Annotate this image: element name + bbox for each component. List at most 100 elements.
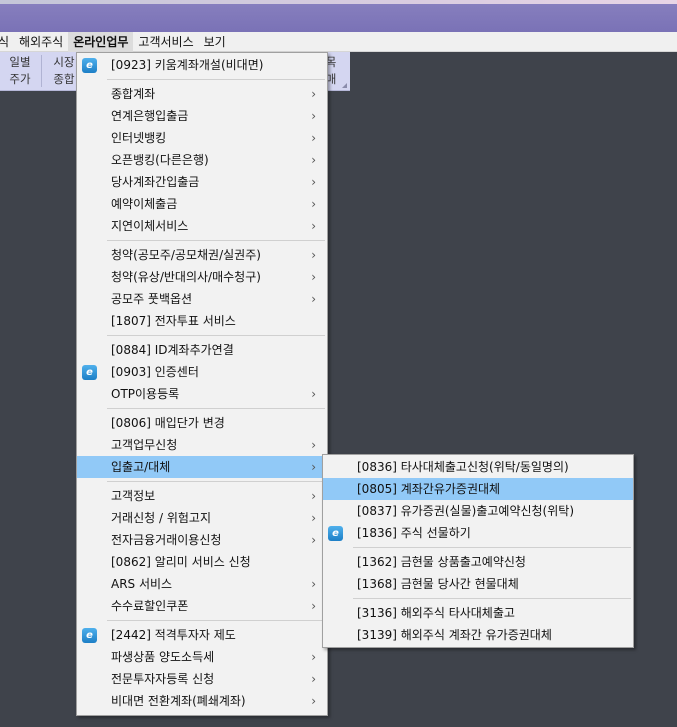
sub-menu-item[interactable]: [0805] 계좌간유가증권대체 [323, 478, 633, 500]
chevron-right-icon: › [311, 533, 316, 547]
main-menu-item[interactable]: ARS 서비스 › [77, 573, 327, 595]
main-menu-item[interactable]: e [0903] 인증센터 [77, 361, 327, 383]
main-menu-item[interactable]: 수수료할인쿠폰 › [77, 595, 327, 617]
main-menu-item-label: [0862] 알리미 서비스 신청 [111, 555, 251, 569]
chevron-right-icon: › [311, 219, 316, 233]
sub-menu-item-label: [0836] 타사대체출고신청(위탁/동일명의) [357, 460, 569, 474]
online-services-menu: e [0923] 키움계좌개설(비대면) 종합계좌 › 연계은행입출금 › 인터넷뱅킹 › 오픈… [76, 52, 328, 716]
menu-view[interactable]: 보기 [199, 32, 231, 52]
main-menu-item[interactable]: e [2442] 적격투자자 제도 [77, 624, 327, 646]
main-menu-item[interactable]: 입출고/대체 › [77, 456, 327, 478]
main-menu-item[interactable]: 인터넷뱅킹 › [77, 127, 327, 149]
main-menu-item-label: [0806] 매입단가 변경 [111, 416, 225, 430]
main-menu-item[interactable]: 지연이체서비스 › [77, 215, 327, 237]
chevron-right-icon: › [311, 694, 316, 708]
main-menu-item[interactable]: e [0923] 키움계좌개설(비대면) [77, 54, 327, 76]
chevron-right-icon: › [311, 489, 316, 503]
main-menu-item[interactable]: 청약(유상/반대의사/매수청구) › [77, 266, 327, 288]
main-menu-item[interactable]: 고객업무신청 › [77, 434, 327, 456]
sub-menu-item-label: [1368] 금현물 당사간 현물대체 [357, 577, 519, 591]
toolbar-button-label: 일별 [9, 55, 31, 69]
main-menu-item-label: 지연이체서비스 [111, 219, 189, 233]
main-menu-item[interactable]: 파생상품 양도소득세 › [77, 646, 327, 668]
menu-separator [77, 332, 327, 339]
chevron-right-icon: › [311, 175, 316, 189]
chevron-right-icon: › [311, 197, 316, 211]
main-menu-item[interactable]: 고객정보 › [77, 485, 327, 507]
menu-separator [77, 405, 327, 412]
main-menu-item-label: 거래신청 / 위험고지 [111, 511, 211, 525]
main-menu-item-label: [2442] 적격투자자 제도 [111, 628, 236, 642]
menu-separator [77, 76, 327, 83]
main-menu-item[interactable]: 예약이체출금 › [77, 193, 327, 215]
main-menu-item-label: 청약(공모주/공모채권/실권주) [111, 248, 261, 262]
main-menu-item[interactable]: 전자금융거래이용신청 › [77, 529, 327, 551]
sub-menu-item[interactable]: [1362] 금현물 상품출고예약신청 [323, 551, 633, 573]
main-menu-item-label: 오픈뱅킹(다른은행) [111, 153, 209, 167]
sub-menu-item[interactable]: [3139] 해외주식 계좌간 유가증권대체 [323, 624, 633, 646]
main-menu-item[interactable]: 오픈뱅킹(다른은행) › [77, 149, 327, 171]
sub-menu-item[interactable]: [1368] 금현물 당사간 현물대체 [323, 573, 633, 595]
main-menu-item[interactable]: OTP이용등록 › [77, 383, 327, 405]
ie-icon: e [82, 58, 97, 73]
main-menu-item-label: 고객업무신청 [111, 438, 178, 452]
main-menu-item[interactable]: 종합계좌 › [77, 83, 327, 105]
chevron-right-icon: › [311, 248, 316, 262]
main-menu-item-label: 연계은행입출금 [111, 109, 189, 123]
chevron-right-icon: › [311, 511, 316, 525]
menu-separator [77, 617, 327, 624]
main-menu-item-label: 전자금융거래이용신청 [111, 533, 222, 547]
main-menu-item[interactable]: [0862] 알리미 서비스 신청 [77, 551, 327, 573]
sub-menu-item[interactable]: [0837] 유가증권(실물)출고예약신청(위탁) [323, 500, 633, 522]
main-menu-item[interactable]: [0884] ID계좌추가연결 [77, 339, 327, 361]
chevron-right-icon: › [311, 650, 316, 664]
menu-separator [323, 544, 633, 551]
toolbar-daily-price-button[interactable]: 일별 주가 [0, 54, 40, 88]
main-menu-item[interactable]: [1807] 전자투표 서비스 [77, 310, 327, 332]
main-menu-item-label: [0923] 키움계좌개설(비대면) [111, 58, 264, 72]
menu-stocks-partial[interactable]: 식 [0, 32, 14, 52]
sub-menu-item-label: [3136] 해외주식 타사대체출고 [357, 606, 515, 620]
main-menu-item[interactable]: 비대면 전환계좌(폐쇄계좌) › [77, 690, 327, 712]
chevron-right-icon: › [311, 153, 316, 167]
main-menu-item[interactable]: 거래신청 / 위험고지 › [77, 507, 327, 529]
toolbar-button-label: 주가 [9, 72, 31, 86]
menu-overseas-stocks[interactable]: 해외주식 [14, 32, 68, 52]
chevron-right-icon: › [311, 672, 316, 686]
main-menu-item-label: ARS 서비스 [111, 577, 173, 591]
menu-online-services[interactable]: 온라인업무 [68, 31, 134, 52]
main-menu-item[interactable]: 청약(공모주/공모채권/실권주) › [77, 244, 327, 266]
sub-menu-item[interactable]: [0836] 타사대체출고신청(위탁/동일명의) [323, 456, 633, 478]
main-menu-item-label: 전문투자자등록 신청 [111, 672, 215, 686]
sub-menu-item[interactable]: e [1836] 주식 선물하기 [323, 522, 633, 544]
menu-bar: 식 해외주식 온라인업무 고객서비스 보기 [0, 31, 677, 52]
sub-menu-item-label: [1836] 주식 선물하기 [357, 526, 471, 540]
main-menu-item[interactable]: 전문투자자등록 신청 › [77, 668, 327, 690]
main-menu-item-label: 비대면 전환계좌(폐쇄계좌) [111, 694, 246, 708]
transfer-submenu: [0836] 타사대체출고신청(위탁/동일명의) [0805] 계좌간유가증권대체… [322, 454, 634, 648]
menu-customer-service[interactable]: 고객서비스 [133, 32, 198, 52]
main-menu-item[interactable]: [0806] 매입단가 변경 [77, 412, 327, 434]
main-menu-item[interactable]: 공모주 풋백옵션 › [77, 288, 327, 310]
sub-menu-item-label: [0805] 계좌간유가증권대체 [357, 482, 501, 496]
toolbar-resize-grip[interactable] [342, 83, 347, 88]
main-menu-item-label: 종합계좌 [111, 87, 156, 101]
chevron-right-icon: › [311, 131, 316, 145]
chevron-right-icon: › [311, 577, 316, 591]
chevron-right-icon: › [311, 270, 316, 284]
menu-separator [77, 237, 327, 244]
toolbar-divider [41, 55, 42, 87]
chevron-right-icon: › [311, 292, 316, 306]
main-menu-item-label: [0884] ID계좌추가연결 [111, 343, 234, 357]
main-menu-item-label: 공모주 풋백옵션 [111, 292, 193, 306]
main-menu-item-label: 입출고/대체 [111, 460, 171, 474]
main-menu-item[interactable]: 연계은행입출금 › [77, 105, 327, 127]
ie-icon: e [82, 365, 97, 380]
title-bar-highlight [0, 0, 677, 4]
chevron-right-icon: › [311, 387, 316, 401]
sub-menu-item[interactable]: [3136] 해외주식 타사대체출고 [323, 602, 633, 624]
main-menu-item-label: OTP이용등록 [111, 387, 180, 401]
main-menu-item[interactable]: 당사계좌간입출금 › [77, 171, 327, 193]
main-menu-item-label: 수수료할인쿠폰 [111, 599, 189, 613]
title-bar [0, 0, 677, 32]
